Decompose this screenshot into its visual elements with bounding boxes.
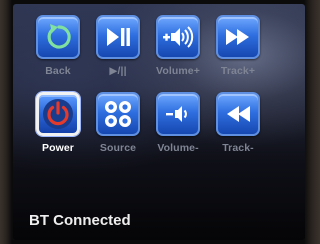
control-grid: Back ▶/|| Volume+ Track+ Power Source Vo…: [13, 4, 305, 184]
source-label: Source: [99, 142, 137, 154]
track-next-button[interactable]: Track+: [209, 15, 267, 93]
power-button[interactable]: Power: [29, 92, 87, 170]
track-next-tile[interactable]: [216, 15, 260, 59]
play-pause-label: ▶/||: [109, 65, 127, 77]
power-tile[interactable]: [36, 92, 80, 136]
rewind-icon: [227, 106, 250, 122]
track-next-label: Track+: [220, 65, 256, 77]
power-icon: [43, 99, 73, 129]
volume-down-tile[interactable]: [156, 92, 200, 136]
back-button[interactable]: Back: [29, 15, 87, 93]
volume-up-icon: [163, 26, 194, 48]
power-label: Power: [41, 142, 74, 154]
play-pause-icon: [107, 28, 130, 46]
display-screen: Back ▶/|| Volume+ Track+ Power Source Vo…: [13, 4, 305, 240]
bt-status-text: BT Connected: [29, 212, 131, 229]
back-label: Back: [45, 65, 71, 77]
source-tile[interactable]: [96, 92, 140, 136]
play-pause-button[interactable]: ▶/||: [89, 15, 147, 93]
volume-up-label: Volume+: [156, 65, 200, 77]
source-button[interactable]: Source: [89, 92, 147, 170]
source-icon: [105, 101, 131, 127]
play-pause-tile[interactable]: [96, 15, 140, 59]
track-prev-button[interactable]: Track-: [209, 92, 267, 170]
volume-down-icon: [166, 106, 187, 122]
volume-down-label: Volume-: [157, 142, 199, 154]
fast-forward-icon: [226, 29, 249, 45]
back-arrow-icon: [47, 24, 71, 49]
volume-up-button[interactable]: Volume+: [149, 15, 207, 93]
track-prev-label: Track-: [222, 142, 254, 154]
back-tile[interactable]: [36, 15, 80, 59]
track-prev-tile[interactable]: [216, 92, 260, 136]
device-bezel: Back ▶/|| Volume+ Track+ Power Source Vo…: [0, 0, 320, 244]
volume-down-button[interactable]: Volume-: [149, 92, 207, 170]
volume-up-tile[interactable]: [156, 15, 200, 59]
